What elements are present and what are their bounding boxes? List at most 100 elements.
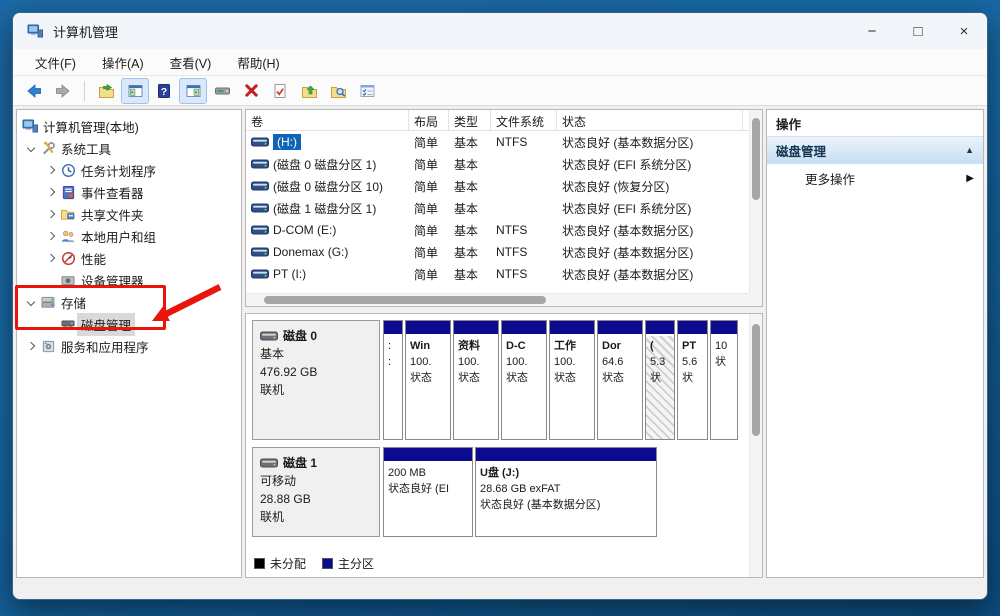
tree-item-性能[interactable]: 性能	[17, 247, 241, 269]
volume-row[interactable]: (磁盘 1 磁盘分区 1)简单基本状态良好 (EFI 系统分区)	[246, 197, 749, 219]
tree-expander-icon[interactable]	[23, 145, 39, 151]
volume-row[interactable]: (磁盘 0 磁盘分区 1)简单基本状态良好 (EFI 系统分区)	[246, 153, 749, 175]
tree-item-共享文件夹[interactable]: 共享文件夹	[17, 203, 241, 225]
partition[interactable]: Dor64.6状态	[597, 320, 643, 440]
partition[interactable]: 10状	[710, 320, 738, 440]
back-icon	[25, 83, 43, 99]
menu-item-2[interactable]: 查看(V)	[160, 50, 222, 75]
volume-list-horizontal-scrollbar[interactable]	[246, 293, 749, 306]
volume-row[interactable]: (磁盘 0 磁盘分区 10)简单基本状态良好 (恢复分区)	[246, 175, 749, 197]
tree-expander-icon[interactable]	[43, 189, 59, 195]
partition[interactable]: PT5.6状	[677, 320, 708, 440]
tree-item-任务计划程序[interactable]: 任务计划程序	[17, 159, 241, 181]
tree-expander-icon[interactable]	[43, 211, 59, 217]
partition-text: 状态良好 (EI	[388, 482, 469, 498]
scrollbar-thumb[interactable]	[264, 296, 546, 304]
volume-row[interactable]: PT (I:)简单基本NTFS状态良好 (基本数据分区)	[246, 263, 749, 285]
partition-text: :	[388, 339, 399, 355]
tree-item-本地用户和组[interactable]: 本地用户和组	[17, 225, 241, 247]
back-button[interactable]	[21, 79, 47, 103]
column-header-布局[interactable]: 布局	[409, 110, 449, 130]
disk-info[interactable]: 磁盘 0基本476.92 GB联机	[252, 320, 380, 440]
primary-partition-strip	[646, 321, 674, 336]
properties-check-icon	[272, 83, 288, 99]
volume-row[interactable]: D-COM (E:)简单基本NTFS状态良好 (基本数据分区)	[246, 219, 749, 241]
tree-item-服务和应用程序[interactable]: 服务和应用程序	[17, 335, 241, 357]
tree-item-设备管理器[interactable]: 设备管理器	[17, 269, 241, 291]
partition[interactable]: Win100.状态	[405, 320, 451, 440]
scrollbar-thumb[interactable]	[752, 118, 760, 200]
volume-icon	[251, 181, 269, 191]
tree-expander-icon[interactable]	[43, 167, 59, 173]
volume-layout: 简单	[409, 222, 449, 239]
primary-partition-strip	[598, 321, 642, 336]
volume-fs: NTFS	[491, 135, 557, 149]
menu-item-3[interactable]: 帮助(H)	[227, 50, 289, 75]
partition-text: 28.68 GB exFAT	[480, 482, 653, 498]
partition[interactable]: ::	[383, 320, 403, 440]
partition[interactable]: 200 MB状态良好 (EI	[383, 447, 473, 537]
volume-name: (磁盘 0 磁盘分区 10)	[273, 178, 383, 195]
folder-up-button[interactable]	[296, 79, 322, 103]
disk-row-磁盘 1: 磁盘 1可移动28.88 GB联机200 MB状态良好 (EIU盘 (J:)28…	[252, 447, 749, 537]
column-header-状态[interactable]: 状态	[557, 110, 743, 130]
scrollbar-thumb[interactable]	[752, 324, 760, 436]
partition-text: 10	[715, 339, 734, 355]
menu-item-0[interactable]: 文件(F)	[25, 50, 86, 75]
performance-icon	[61, 251, 76, 266]
checklist-button[interactable]	[354, 79, 380, 103]
column-header-类型[interactable]: 类型	[449, 110, 491, 130]
minimize-button[interactable]: −	[849, 13, 895, 49]
properties-check-button[interactable]	[267, 79, 293, 103]
tree-expander-icon[interactable]	[43, 255, 59, 261]
collapse-icon[interactable]: ▲	[965, 145, 974, 155]
export-folder-icon	[98, 83, 115, 99]
actions-section-disk-management[interactable]: 磁盘管理 ▲	[767, 137, 983, 164]
primary-partition-strip	[406, 321, 450, 336]
volume-icon	[251, 203, 269, 213]
tree-expander-icon[interactable]	[23, 343, 39, 349]
partition-selected[interactable]: (5.3状	[645, 320, 675, 440]
column-header-卷[interactable]: 卷	[246, 110, 409, 130]
forward-button[interactable]	[50, 79, 76, 103]
disk-info[interactable]: 磁盘 1可移动28.88 GB联机	[252, 447, 380, 537]
help-button[interactable]: ?	[151, 79, 177, 103]
partition-text: 状态	[506, 371, 543, 387]
menu-item-1[interactable]: 操作(A)	[92, 50, 154, 75]
action-pane-toggle-button[interactable]	[180, 79, 206, 103]
more-actions-item[interactable]: 更多操作 ▶	[767, 164, 983, 192]
partition[interactable]: 资料100.状态	[453, 320, 499, 440]
menu-bar: 文件(F)操作(A)查看(V)帮助(H)	[13, 49, 987, 76]
volume-row[interactable]: (H:)简单基本NTFS状态良好 (基本数据分区)	[246, 131, 749, 153]
volume-row[interactable]: Donemax (G:)简单基本NTFS状态良好 (基本数据分区)	[246, 241, 749, 263]
volume-list-vertical-scrollbar[interactable]	[749, 110, 762, 293]
drive-tool-button[interactable]	[209, 79, 235, 103]
column-header-文件系统[interactable]: 文件系统	[491, 110, 557, 130]
disk-pane-vertical-scrollbar[interactable]	[749, 314, 762, 577]
partition[interactable]: 工作100.状态	[549, 320, 595, 440]
tree-item-系统工具[interactable]: 系统工具	[17, 137, 241, 159]
center-pane: 卷布局类型文件系统状态 (H:)简单基本NTFS状态良好 (基本数据分区)(磁盘…	[245, 109, 763, 578]
tree-expander-icon[interactable]	[43, 233, 59, 239]
tree-item-磁盘管理[interactable]: 磁盘管理	[17, 313, 241, 335]
tree-item-事件查看器[interactable]: 事件查看器	[17, 181, 241, 203]
partition[interactable]: U盘 (J:)28.68 GB exFAT状态良好 (基本数据分区)	[475, 447, 657, 537]
delete-button[interactable]	[238, 79, 264, 103]
tree-item-存储[interactable]: 存储	[17, 291, 241, 313]
partition[interactable]: D-C100.状态	[501, 320, 547, 440]
svg-text:?: ?	[161, 86, 167, 98]
folder-search-button[interactable]	[325, 79, 351, 103]
partition-text: 工作	[554, 339, 591, 355]
maximize-button[interactable]: □	[895, 13, 941, 49]
console-tree-toggle-button[interactable]	[122, 79, 148, 103]
disk-prop: 可移动	[260, 472, 372, 490]
checklist-icon	[359, 83, 376, 99]
close-button[interactable]: ×	[941, 13, 987, 49]
volume-fs: NTFS	[491, 267, 557, 281]
scrollbar-corner	[749, 293, 762, 306]
window-controls: − □ ×	[849, 13, 987, 49]
event-viewer-icon	[61, 185, 76, 200]
export-folder-button[interactable]	[93, 79, 119, 103]
tree-item-计算机管理(本地)[interactable]: 计算机管理(本地)	[17, 115, 241, 137]
tree-expander-icon[interactable]	[23, 299, 39, 305]
